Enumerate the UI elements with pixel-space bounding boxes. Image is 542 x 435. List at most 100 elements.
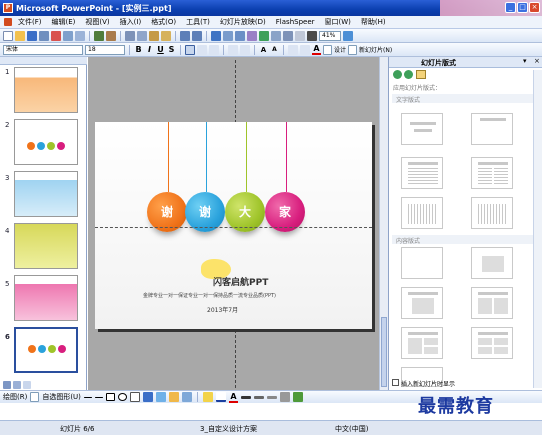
menu-window[interactable]: 窗口(W) (321, 17, 355, 27)
pane-dropdown-icon[interactable]: ▾ (523, 57, 527, 65)
spelling-icon[interactable] (94, 30, 104, 41)
layout-two-content[interactable] (471, 287, 513, 319)
new-slide-button[interactable]: 新幻灯片(N) (359, 45, 392, 54)
decrease-font-button[interactable]: A (270, 46, 279, 53)
horizontal-guide[interactable] (95, 227, 372, 228)
show-formatting-icon[interactable] (283, 30, 293, 41)
new-slide-icon[interactable] (348, 44, 358, 55)
rectangle-icon[interactable] (105, 393, 115, 401)
oval-icon[interactable] (117, 393, 127, 401)
shadow-style-icon[interactable] (279, 392, 290, 402)
layout-four-content[interactable] (471, 327, 513, 359)
3d-style-icon[interactable] (292, 392, 303, 402)
arrow-style-icon[interactable] (266, 395, 277, 399)
vertical-scrollbar[interactable] (379, 57, 388, 391)
help-icon[interactable] (343, 30, 353, 41)
increase-indent-icon[interactable] (300, 44, 310, 55)
menu-flashspeer[interactable]: FlashSpeer (272, 18, 319, 26)
layout-title-only[interactable] (471, 113, 513, 145)
undo-icon[interactable] (180, 30, 190, 41)
font-size-select[interactable]: 18 (85, 44, 125, 55)
normal-view-icon[interactable] (3, 381, 11, 389)
close-button[interactable]: × (529, 2, 540, 13)
layout-two-column-text[interactable] (471, 157, 513, 189)
bullets-icon[interactable] (240, 44, 250, 55)
design-icon[interactable] (323, 44, 332, 55)
font-color-button[interactable]: A (312, 44, 321, 55)
menu-file[interactable]: 文件(F) (14, 17, 46, 27)
paste-icon[interactable] (149, 30, 159, 41)
chart-icon[interactable] (211, 30, 221, 41)
menu-format[interactable]: 格式(O) (147, 17, 180, 27)
align-right-icon[interactable] (209, 44, 219, 55)
arrow-icon[interactable] (94, 396, 103, 398)
scroll-thumb[interactable] (381, 317, 387, 387)
print-icon[interactable] (63, 30, 73, 41)
slide-thumb-3[interactable] (14, 171, 78, 217)
draw-menu-button[interactable]: 绘图(R) (3, 392, 27, 402)
redo-icon[interactable] (192, 30, 202, 41)
pane-close-icon[interactable]: × (534, 57, 540, 65)
table-icon[interactable] (223, 30, 233, 41)
layout-title-content-2[interactable] (401, 327, 443, 359)
email-icon[interactable] (51, 30, 61, 41)
slide-thumb-6-selected[interactable] (14, 327, 78, 373)
research-icon[interactable] (106, 30, 116, 41)
permission-icon[interactable] (39, 30, 49, 41)
copy-icon[interactable] (137, 30, 147, 41)
menu-tools[interactable]: 工具(T) (182, 17, 214, 27)
layout-title-slide[interactable] (401, 113, 443, 145)
expand-icon[interactable] (271, 30, 281, 41)
slide-thumb-1[interactable] (14, 67, 78, 113)
forward-icon[interactable] (404, 70, 413, 79)
layout-title-content[interactable] (401, 287, 443, 319)
hyperlink-icon[interactable] (259, 30, 269, 41)
tables-borders-icon[interactable] (235, 30, 245, 41)
preview-icon[interactable] (75, 30, 85, 41)
layout-blank[interactable] (401, 247, 443, 279)
format-painter-icon[interactable] (161, 30, 171, 41)
align-left-icon[interactable] (185, 44, 195, 55)
app-menu-icon[interactable] (4, 18, 12, 26)
layout-vertical-text[interactable] (401, 197, 443, 229)
menu-slideshow[interactable]: 幻灯片放映(D) (216, 17, 270, 27)
diagram-icon[interactable] (155, 392, 166, 402)
layout-title-text[interactable] (401, 157, 443, 189)
picture-icon[interactable] (181, 392, 192, 402)
pane-scrollbar[interactable] (533, 70, 542, 388)
insert-picture-icon[interactable] (247, 30, 257, 41)
decrease-indent-icon[interactable] (288, 44, 298, 55)
menu-view[interactable]: 视图(V) (81, 17, 113, 27)
draw-font-color-button[interactable]: A (228, 392, 238, 403)
clipart-icon[interactable] (168, 392, 179, 402)
menu-help[interactable]: 帮助(H) (357, 17, 390, 27)
open-icon[interactable] (15, 30, 25, 41)
fill-color-icon[interactable] (202, 392, 213, 402)
home-icon[interactable] (416, 70, 426, 79)
shadow-button[interactable]: S (167, 45, 176, 54)
slideshow-view-icon[interactable] (23, 381, 31, 389)
dash-style-icon[interactable] (253, 395, 264, 399)
sorter-view-icon[interactable] (13, 381, 21, 389)
color-grayscale-icon[interactable] (307, 30, 317, 41)
italic-button[interactable]: I (145, 45, 154, 54)
slide[interactable]: 谢 谢 大 家 闪客启航PPT 金牌专业一对一保证专业一对一保持品质一流专业品质… (95, 122, 372, 329)
cut-icon[interactable] (125, 30, 135, 41)
design-button[interactable]: 设计 (334, 45, 346, 54)
layout-content[interactable] (471, 247, 513, 279)
back-icon[interactable] (393, 70, 402, 79)
save-icon[interactable] (27, 30, 37, 41)
font-select[interactable]: 宋体 (3, 44, 83, 55)
maximize-button[interactable]: □ (517, 2, 528, 13)
slide-thumb-5[interactable] (14, 275, 78, 321)
autoshapes-button[interactable]: 自选图形(U) (42, 392, 81, 402)
bold-button[interactable]: B (134, 45, 143, 54)
slide-thumb-2[interactable] (14, 119, 78, 165)
slide-thumb-4[interactable] (14, 223, 78, 269)
increase-font-button[interactable]: A (259, 46, 268, 54)
minimize-button[interactable]: _ (505, 2, 516, 13)
menu-edit[interactable]: 编辑(E) (48, 17, 80, 27)
grid-icon[interactable] (295, 30, 305, 41)
numbering-icon[interactable] (228, 44, 238, 55)
textbox-icon[interactable] (129, 392, 140, 402)
